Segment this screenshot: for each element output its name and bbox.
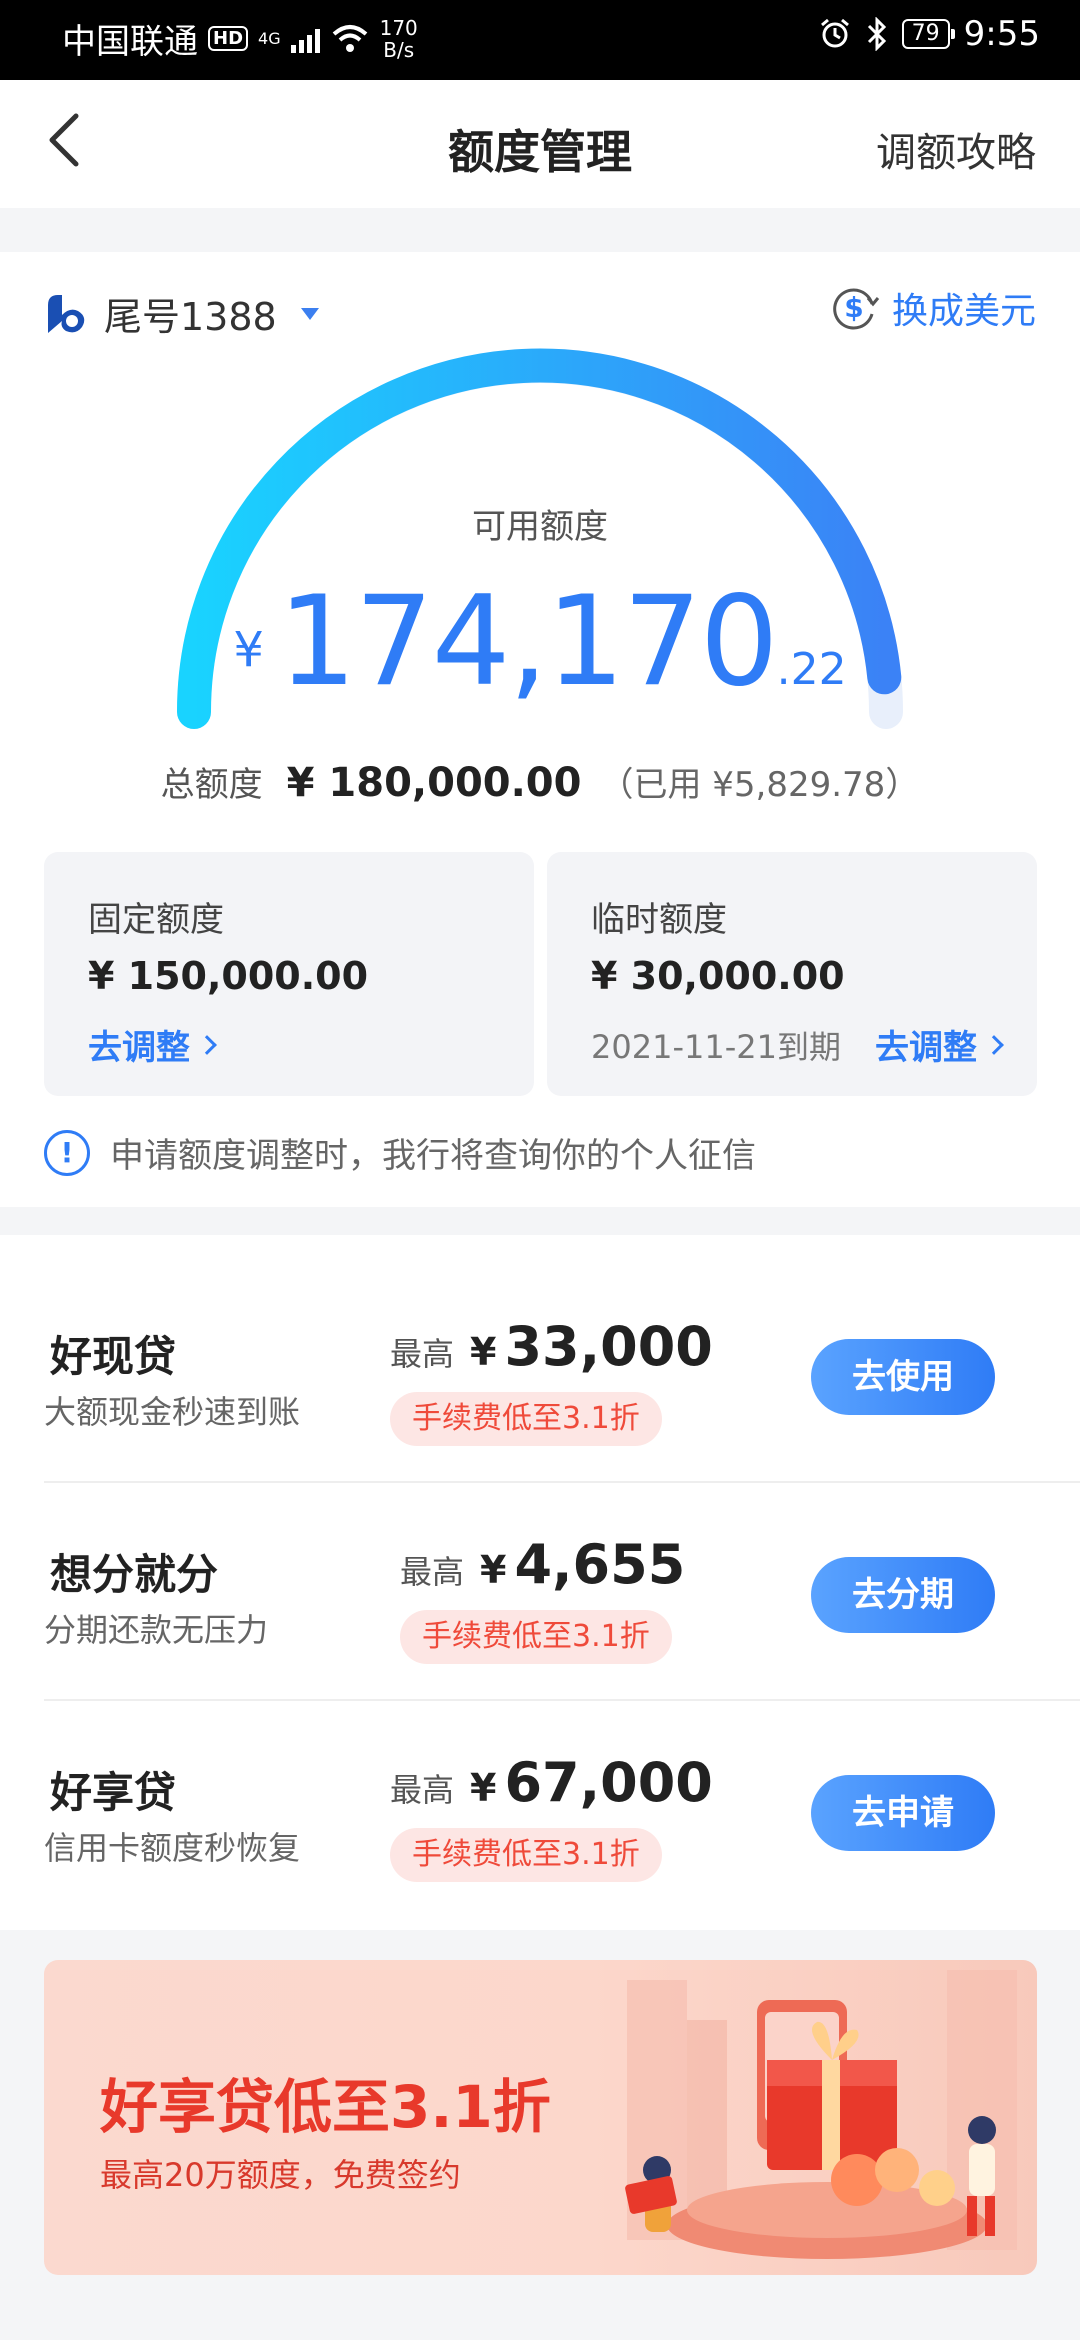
clock: 9:55 [963,14,1040,54]
hd-icon: HD [208,26,249,51]
chevron-right-icon [984,1034,1004,1055]
dropdown-caret-icon [300,307,319,320]
total-amount: ¥ 180,000.00 [286,760,582,806]
credit-check-notice: ! 申请额度调整时，我行将查询你的个人征信 [44,1128,756,1177]
list-item: 想分就分 分期还款无压力 最高 ¥ 4,655 手续费低至3.1折 去分期 [0,1483,1080,1701]
chevron-right-icon [197,1034,217,1055]
max-value: 4,655 [514,1533,686,1596]
temporary-adjust-label: 去调整 [875,1028,977,1068]
available-label: 可用额度 [472,507,608,547]
available-decimal: .22 [776,644,847,695]
temporary-limit-label: 临时额度 [591,900,727,940]
promo-banner[interactable]: 好享贷低至3.1折 最高20万额度，免费签约 [44,1960,1037,2275]
bluetooth-icon [867,17,886,51]
total-label: 总额度 [160,765,263,805]
info-icon: ! [44,1129,90,1176]
temporary-adjust-link[interactable]: 去调整 [875,1020,1004,1069]
max-value: 67,000 [504,1751,713,1814]
product-name: 好现贷 [50,1332,177,1381]
status-bar: 中国联通 HD 4G 170 B/s 79 9:55 [0,0,1080,80]
fixed-adjust-link[interactable]: 去调整 [88,1020,217,1069]
total-limit-row: 总额度 ¥ 180,000.00 （已用 ¥5,829.78） [0,757,1080,806]
installment-button[interactable]: 去分期 [811,1557,995,1633]
max-currency: ¥ [480,1548,507,1592]
fee-discount-tag: 手续费低至3.1折 [390,1392,662,1446]
product-max: 最高 ¥ 4,655 [400,1533,685,1596]
product-max: 最高 ¥ 67,000 [390,1751,713,1814]
signal-icon [290,25,320,53]
available-integer: 174,170 [277,570,779,714]
available-amount: ¥174,170.22 [0,570,1080,714]
temporary-limit-box: 临时额度 ¥ 30,000.00 2021-11-21到期 去调整 [547,852,1037,1096]
fixed-adjust-label: 去调整 [88,1028,190,1068]
fixed-limit-amount: ¥ 150,000.00 [88,954,369,998]
fee-discount-tag: 手续费低至3.1折 [390,1828,662,1882]
temporary-due-date: 2021-11-21到期 [591,1028,841,1066]
battery-icon: 79 [901,19,955,49]
list-item: 好现贷 大额现金秒速到账 最高 ¥ 33,000 手续费低至3.1折 去使用 [0,1265,1080,1483]
product-max: 最高 ¥ 33,000 [390,1315,713,1378]
product-desc: 大额现金秒速到账 [44,1393,301,1431]
svg-text:$: $ [844,291,863,324]
available-currency: ¥ [233,622,264,678]
use-button[interactable]: 去使用 [811,1339,995,1415]
net-speed: 170 B/s [379,15,418,62]
max-label: 最高 [400,1553,465,1591]
product-desc: 分期还款无压力 [44,1611,269,1649]
wifi-icon [332,24,367,52]
product-name: 好享贷 [50,1768,177,1817]
max-value: 33,000 [504,1315,713,1378]
product-desc: 信用卡额度秒恢复 [44,1829,301,1867]
alarm-icon [820,18,849,48]
product-name: 想分就分 [50,1550,219,1599]
loan-products-list: 好现贷 大额现金秒速到账 最高 ¥ 33,000 手续费低至3.1折 去使用 想… [0,1235,1080,1930]
max-label: 最高 [390,1335,455,1373]
temporary-limit-amount: ¥ 30,000.00 [591,954,845,998]
fee-discount-tag: 手续费低至3.1折 [400,1610,672,1664]
network-type: 4G [258,29,281,48]
apply-button[interactable]: 去申请 [811,1775,995,1851]
limit-guide-link[interactable]: 调额攻略 [876,120,1036,178]
max-currency: ¥ [470,1766,497,1810]
notice-text: 申请额度调整时，我行将查询你的个人征信 [110,1136,756,1176]
carrier-name: 中国联通 [62,22,198,62]
banner-title: 好享贷低至3.1折 [100,2073,551,2141]
status-right: 79 9:55 [818,14,1040,54]
bank-logo-icon [48,294,85,333]
banner-subtitle: 最高20万额度，免费签约 [100,2156,461,2194]
gift-illustration-icon [625,1970,1017,2259]
fixed-limit-box: 固定额度 ¥ 150,000.00 去调整 [44,852,534,1096]
credit-limit-card: 尾号1388 $ 换成美元 可用额度 ¥174,170.22 总额度 ¥ 180,… [0,252,1080,1207]
list-item: 好享贷 信用卡额度秒恢复 最高 ¥ 67,000 手续费低至3.1折 去申请 [0,1701,1080,1919]
status-left: 中国联通 HD 4G 170 B/s [62,14,418,63]
max-currency: ¥ [470,1330,497,1374]
used-amount: （已用 ¥5,829.78） [599,765,920,805]
fixed-limit-label: 固定额度 [88,900,224,940]
max-label: 最高 [390,1771,455,1809]
nav-bar: 额度管理 调额攻略 [0,80,1080,208]
